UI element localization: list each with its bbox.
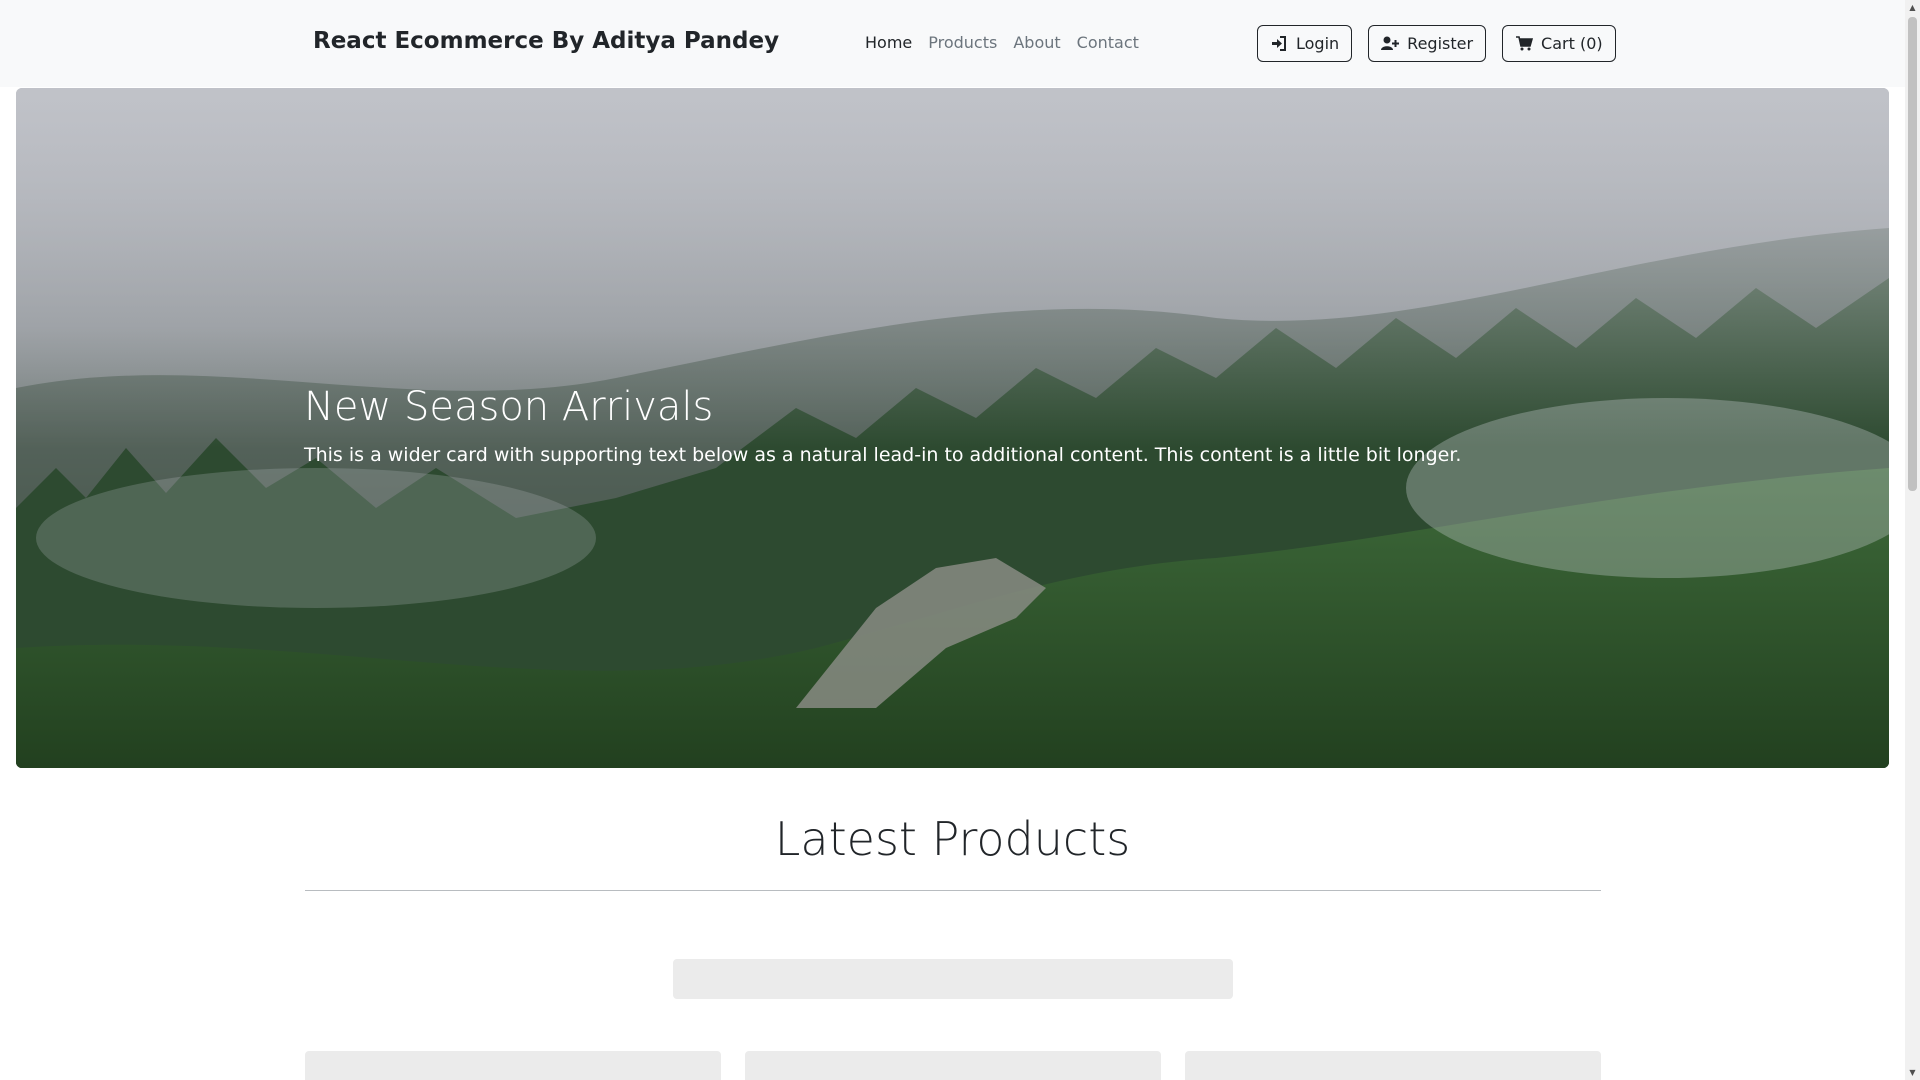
brand-logo[interactable]: React Ecommerce By Aditya Pandey (313, 28, 779, 54)
scrollbar-thumb[interactable] (1908, 17, 1917, 491)
register-button[interactable]: Register (1368, 25, 1487, 62)
category-buttons-skeleton (673, 959, 1233, 999)
hero-background-image (16, 88, 1889, 768)
login-button[interactable]: Login (1257, 25, 1353, 62)
nav-link-about[interactable]: About (1013, 33, 1060, 52)
sign-in-icon (1270, 36, 1288, 52)
nav-links: Home Products About Contact (865, 33, 1139, 52)
scroll-up-arrow-icon[interactable]: ▲ (1905, 0, 1920, 15)
nav-link-contact[interactable]: Contact (1077, 33, 1139, 52)
product-card-skeleton (305, 1051, 721, 1080)
nav-link-products[interactable]: Products (928, 33, 997, 52)
scroll-down-arrow-icon[interactable]: ▼ (1905, 1065, 1920, 1080)
hero-title: New Season Arrivals (304, 384, 714, 430)
nav-link-home[interactable]: Home (865, 33, 912, 52)
cart-label: Cart (0) (1541, 34, 1603, 53)
navbar: React Ecommerce By Aditya Pandey Home Pr… (0, 0, 1905, 87)
register-label: Register (1407, 34, 1474, 53)
product-card-skeleton (745, 1051, 1161, 1080)
nav-buttons: Login Register Cart (0) (1257, 25, 1616, 62)
hero-banner: New Season Arrivals This is a wider card… (16, 88, 1889, 768)
product-card-skeleton (1185, 1051, 1601, 1080)
section-divider (305, 890, 1601, 891)
shopping-cart-icon (1515, 36, 1533, 52)
page-scrollbar[interactable]: ▲ ▼ (1905, 0, 1920, 1080)
login-label: Login (1296, 34, 1340, 53)
user-plus-icon (1381, 36, 1400, 52)
cart-button[interactable]: Cart (0) (1502, 25, 1616, 62)
hero-text: This is a wider card with supporting tex… (304, 444, 1462, 466)
latest-products-heading: Latest Products (774, 812, 1131, 866)
